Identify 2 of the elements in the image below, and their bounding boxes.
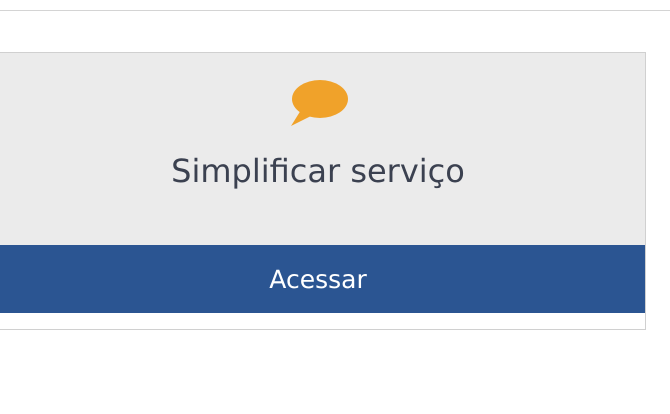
access-button[interactable]: Acessar [0,245,645,313]
service-title: Simplificar serviço [171,152,465,190]
